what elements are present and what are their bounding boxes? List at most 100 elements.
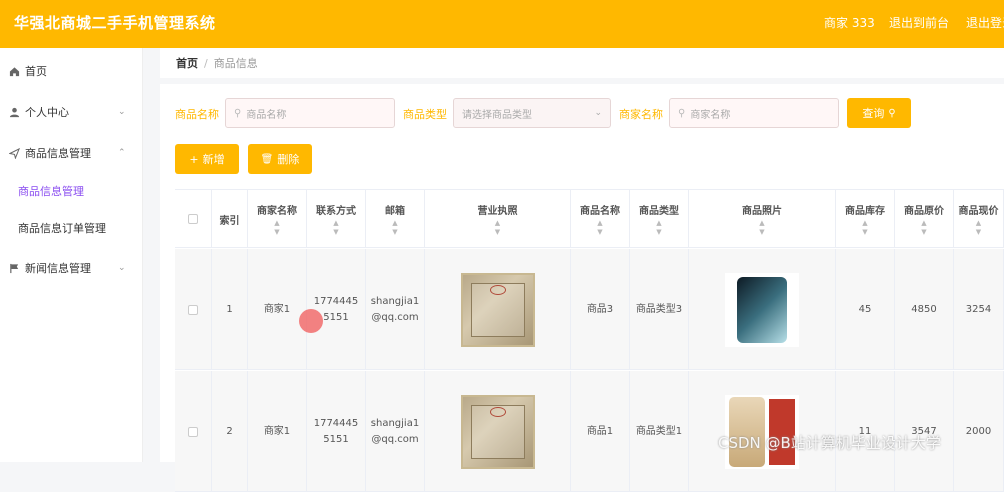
product-type-placeholder: 请选择商品类型 <box>462 109 532 121</box>
row-checkbox-cell[interactable] <box>175 249 212 370</box>
sort-icon[interactable]: ▲ ▼ <box>274 219 279 237</box>
search-icon: ⚲ <box>234 107 242 119</box>
sidebar-item-news-info[interactable]: 新闻信息管理 ⌄ <box>0 249 143 287</box>
chevron-down-icon: ⌄ <box>118 263 126 273</box>
trash-icon: 🗑 <box>260 153 274 165</box>
breadcrumb-separator: / <box>204 56 208 70</box>
product-name-input[interactable]: ⚲ 商品名称 <box>225 98 395 128</box>
header-label: 联系方式 <box>316 205 356 217</box>
sort-icon[interactable]: ▲ ▼ <box>597 219 602 237</box>
row-checkbox[interactable] <box>188 426 198 437</box>
business-license-image[interactable] <box>460 394 535 469</box>
column-header-product-name[interactable]: 商品名称 ▲ ▼ <box>571 190 630 248</box>
sort-icon[interactable]: ▲ ▼ <box>976 219 981 237</box>
sort-icon[interactable]: ▲ ▼ <box>921 219 926 237</box>
exit-to-front-link[interactable]: 退出到前台 <box>889 14 949 31</box>
merchant-name-input[interactable]: ⚲ 商家名称 <box>669 98 839 128</box>
cell-email: shangjia1@qq.com <box>366 249 425 370</box>
cell-license <box>425 371 571 492</box>
sidebar-item-label: 个人中心 <box>25 106 69 119</box>
select-all-checkbox[interactable] <box>188 214 198 224</box>
plus-icon: + <box>189 152 199 166</box>
header-label: 商家名称 <box>257 205 297 217</box>
header-label: 商品类型 <box>639 205 679 217</box>
cell-product-name: 商品1 <box>571 371 630 492</box>
row-checkbox-cell[interactable] <box>175 371 212 492</box>
query-button-label: 查询 <box>862 107 885 120</box>
table-header: 索引 商家名称 ▲ ▼ 联系方式 ▲ ▼ 邮箱 ▲ ▼ 营业执照 ▲ ▼ 商品名称 ▲ ▼ 商品类型… <box>175 190 1004 248</box>
cell-current-price: 3254 <box>954 249 1004 370</box>
cell-phone: 17744455151 <box>307 371 366 492</box>
flag-icon <box>8 262 20 274</box>
header-label: 邮箱 <box>385 205 405 217</box>
column-header-product-type[interactable]: 商品类型 ▲ ▼ <box>630 190 689 248</box>
send-icon <box>8 147 20 159</box>
delete-button-label: 删除 <box>277 153 300 166</box>
cell-merchant: 商家1 <box>248 249 307 370</box>
sort-icon[interactable]: ▲ ▼ <box>495 219 500 237</box>
logout-link[interactable]: 退出登录 <box>966 14 1004 31</box>
cell-product-type: 商品类型3 <box>630 249 689 370</box>
table-row[interactable]: 1 商家1 17744455151 shangjia1@qq.com 商品3 商… <box>175 249 1004 370</box>
top-bar: 华强北商城二手手机管理系统 商家 333 退出到前台 退出登录 <box>0 0 1004 48</box>
breadcrumb-home[interactable]: 首页 <box>176 55 198 71</box>
cell-stock: 45 <box>836 249 895 370</box>
chevron-down-icon: ⌄ <box>594 108 602 118</box>
header-label: 商品照片 <box>742 205 782 217</box>
sidebar-item-label: 首页 <box>25 65 47 78</box>
add-button[interactable]: + 新增 <box>175 144 239 174</box>
cell-product-photo <box>689 249 836 370</box>
user-icon <box>8 106 20 118</box>
sidebar: 首页 个人中心 ⌄ 商品信息管理 ⌃ 商品信息管理 商品信息订单管理 新闻信息管… <box>0 48 143 462</box>
row-checkbox[interactable] <box>188 304 198 315</box>
cell-license <box>425 249 571 370</box>
cell-merchant: 商家1 <box>248 371 307 492</box>
app-title: 华强北商城二手手机管理系统 <box>14 14 216 32</box>
cell-email: shangjia1@qq.com <box>366 371 425 492</box>
sort-icon[interactable]: ▲ ▼ <box>392 219 397 237</box>
column-header-email[interactable]: 邮箱 ▲ ▼ <box>366 190 425 248</box>
header-label: 营业执照 <box>477 205 518 217</box>
breadcrumb: 首页 / 商品信息 <box>160 48 1004 78</box>
sidebar-item-label: 新闻信息管理 <box>25 262 91 275</box>
sidebar-item-product-info[interactable]: 商品信息管理 ⌃ <box>0 134 143 172</box>
sidebar-item-home[interactable]: 首页 <box>0 52 143 90</box>
product-type-label: 商品类型 <box>403 108 447 121</box>
sort-icon[interactable]: ▲ ▼ <box>759 219 764 237</box>
breadcrumb-current: 商品信息 <box>213 57 258 70</box>
sidebar-item-label: 商品信息管理 <box>25 147 91 160</box>
column-header-stock[interactable]: 商品库存 ▲ ▼ <box>836 190 895 248</box>
cell-product-type: 商品类型1 <box>630 371 689 492</box>
home-icon <box>8 65 20 77</box>
product-photo-image[interactable] <box>725 272 799 347</box>
cell-current-price: 2000 <box>954 371 1004 492</box>
column-header-license[interactable]: 营业执照 ▲ ▼ <box>425 190 571 248</box>
column-header-phone[interactable]: 联系方式 ▲ ▼ <box>307 190 366 248</box>
header-label: 商品库存 <box>845 205 885 217</box>
query-button[interactable]: 查询 ⚲ <box>847 98 911 128</box>
product-name-placeholder: 商品名称 <box>246 109 287 121</box>
product-name-label: 商品名称 <box>175 108 219 121</box>
column-header-product-photo[interactable]: 商品照片 ▲ ▼ <box>689 190 836 248</box>
cell-index: 2 <box>212 371 248 492</box>
sidebar-subitem-product-orders[interactable]: 商品信息订单管理 <box>0 210 143 246</box>
sidebar-subitem-product-info[interactable]: 商品信息管理 <box>0 173 143 209</box>
current-user: 商家 333 <box>824 16 875 30</box>
sort-icon[interactable]: ▲ ▼ <box>862 219 867 237</box>
product-type-select[interactable]: 请选择商品类型 ⌄ <box>453 98 611 128</box>
sort-icon[interactable]: ▲ ▼ <box>333 219 338 237</box>
column-header-merchant[interactable]: 商家名称 ▲ ▼ <box>248 190 307 248</box>
column-header-current-price[interactable]: 商品现价 ▲ ▼ <box>954 190 1004 248</box>
cell-original-price: 4850 <box>895 249 954 370</box>
header-label: 索引 <box>219 215 240 227</box>
cell-index: 1 <box>212 249 248 370</box>
select-all-checkbox-cell[interactable] <box>175 190 212 248</box>
chevron-up-icon: ⌃ <box>118 148 126 158</box>
delete-button[interactable]: 🗑 删除 <box>248 144 312 174</box>
chevron-down-icon: ⌄ <box>118 107 126 117</box>
watermark: CSDN @B站计算机毕业设计大学 <box>718 434 941 452</box>
column-header-original-price[interactable]: 商品原价 ▲ ▼ <box>895 190 954 248</box>
sidebar-item-personal-center[interactable]: 个人中心 ⌄ <box>0 93 143 131</box>
sort-icon[interactable]: ▲ ▼ <box>656 219 661 237</box>
business-license-image[interactable] <box>460 272 535 347</box>
